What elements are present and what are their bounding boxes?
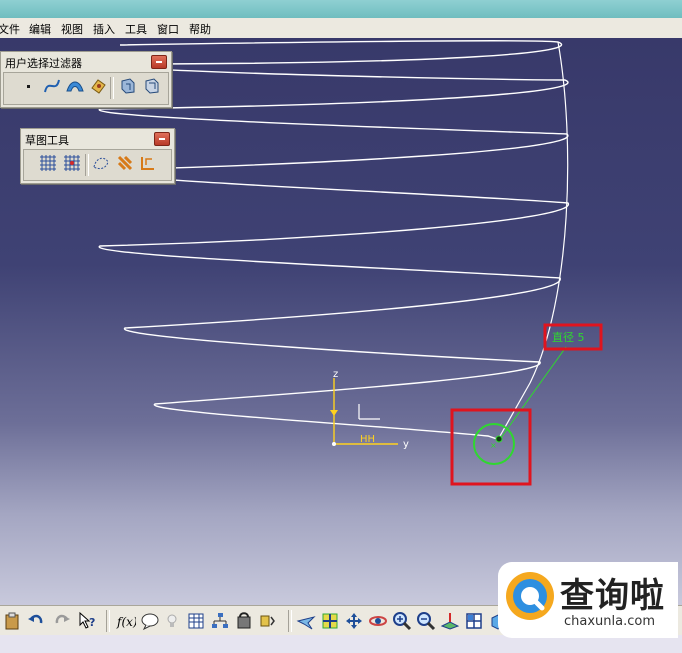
whats-this-icon[interactable]: ?	[78, 611, 98, 631]
grid-icon[interactable]	[38, 153, 58, 173]
watermark: 查询啦 chaxunla.com	[498, 562, 678, 638]
user-selection-filter-toolbar[interactable]: 用户选择过滤器	[0, 51, 172, 108]
watermark-url: chaxunla.com	[564, 614, 655, 629]
knowledge-icon[interactable]	[258, 611, 278, 631]
fit-all-icon[interactable]	[320, 611, 340, 631]
toolbar-title: 草图工具	[25, 134, 69, 147]
helix-curve-tail	[499, 41, 569, 437]
formula-icon[interactable]: f(x)	[116, 611, 136, 631]
sketch-scene[interactable]: z y HH × 直径 5	[0, 38, 682, 605]
volume-filter-icon[interactable]	[88, 76, 108, 96]
toolbar-separator	[288, 610, 292, 632]
geometric-element-icon[interactable]	[142, 76, 162, 96]
menu-bar: 文件 编辑 视图 插入 工具 窗口 帮助	[0, 18, 682, 39]
toolbar-separator	[110, 77, 114, 99]
y-axis-label: y	[403, 439, 409, 450]
center-cross-mark: ×	[490, 441, 497, 450]
comment-icon[interactable]	[140, 611, 160, 631]
catalog-icon[interactable]	[234, 611, 254, 631]
curve-filter-icon[interactable]	[42, 76, 62, 96]
toolbar-body	[3, 72, 169, 105]
light-icon[interactable]	[162, 611, 182, 631]
table-icon[interactable]	[186, 611, 206, 631]
svg-text:f(x): f(x)	[116, 615, 136, 629]
redo-icon[interactable]	[52, 611, 72, 631]
feature-element-icon[interactable]	[118, 76, 138, 96]
origin-hh-label: HH	[360, 434, 375, 445]
multi-view-icon[interactable]	[464, 611, 484, 631]
point-filter-icon[interactable]	[18, 76, 38, 96]
watermark-text: 查询啦	[560, 576, 665, 616]
toolbar-title-bar[interactable]: 草图工具	[23, 130, 172, 147]
menu-insert[interactable]: 插入	[93, 21, 115, 37]
fly-mode-icon[interactable]	[296, 611, 316, 631]
menu-view[interactable]: 视图	[61, 21, 83, 37]
construction-element-icon[interactable]	[91, 153, 111, 173]
dimension-label[interactable]: 直径 5	[552, 330, 585, 344]
watermark-logo-icon	[506, 572, 554, 620]
menu-edit[interactable]: 编辑	[29, 21, 51, 37]
window-title-bar	[0, 0, 682, 18]
zoom-out-icon[interactable]	[416, 611, 436, 631]
svg-text:?: ?	[89, 616, 95, 629]
v-axis-arrow	[330, 410, 338, 416]
3d-viewport[interactable]: z y HH × 直径 5 用户选择过滤器 草图工具	[0, 38, 682, 605]
toolbar-separator	[85, 154, 89, 176]
pan-icon[interactable]	[344, 611, 364, 631]
toolbar-title-bar[interactable]: 用户选择过滤器	[3, 53, 169, 70]
sketch-tools-toolbar[interactable]: 草图工具	[20, 128, 175, 184]
surface-filter-icon[interactable]	[65, 76, 85, 96]
rotate-icon[interactable]	[368, 611, 388, 631]
zoom-in-icon[interactable]	[392, 611, 412, 631]
dimensional-constraints-icon[interactable]	[138, 153, 158, 173]
toolbar-body	[23, 149, 172, 181]
toolbar-title: 用户选择过滤器	[5, 57, 82, 70]
menu-help[interactable]: 帮助	[189, 21, 211, 37]
z-axis-label: z	[333, 369, 338, 380]
origin-point[interactable]	[332, 442, 336, 446]
normal-view-icon[interactable]	[440, 611, 460, 631]
undo-icon[interactable]	[26, 611, 46, 631]
close-icon[interactable]	[151, 55, 167, 69]
snap-to-point-icon[interactable]	[62, 153, 82, 173]
toolbar-separator	[106, 610, 110, 632]
close-icon[interactable]	[154, 132, 170, 146]
circle-center-point[interactable]	[495, 435, 503, 443]
menu-file[interactable]: 文件	[0, 21, 20, 37]
geometrical-constraints-icon[interactable]	[115, 153, 135, 173]
menu-window[interactable]: 窗口	[157, 21, 179, 37]
menu-tools[interactable]: 工具	[125, 21, 147, 37]
paste-icon[interactable]	[2, 611, 22, 631]
tree-icon[interactable]	[210, 611, 230, 631]
